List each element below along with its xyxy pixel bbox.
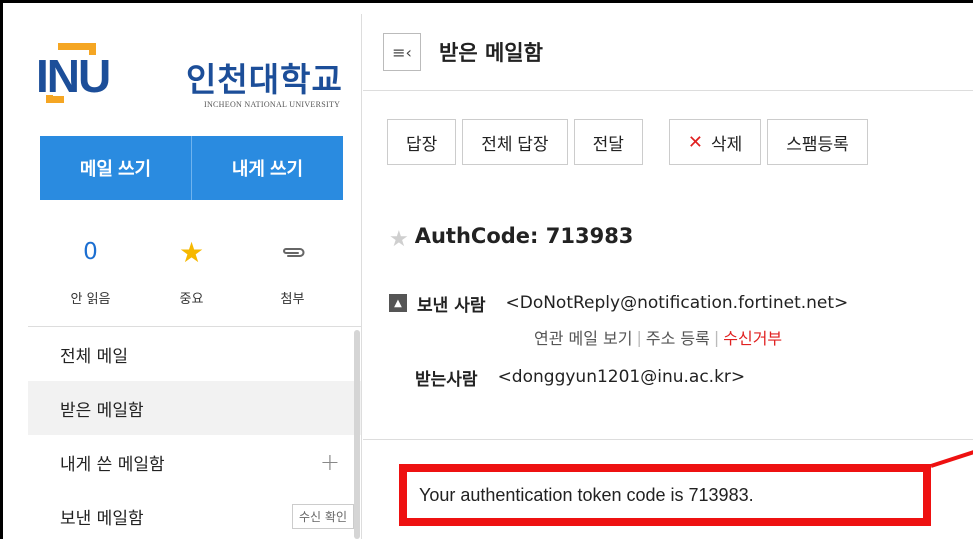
forward-button[interactable]: 전달 [573,119,643,165]
important-filter[interactable]: ★ 중요 [141,232,242,322]
add-folder-icon[interactable]: + [320,448,340,476]
nav-label: 받은 메일함 [60,400,144,421]
separator: | [713,327,720,347]
mailbox-nav: 전체 메일 받은 메일함 내게 쓴 메일함 + 보낸 메일함 수신 확인 [28,326,361,539]
university-logo[interactable]: INU 인천대학교 INCHEON NATIONAL UNIVERSITY [36,39,356,114]
sender-row: ▲ 보낸 사람 <DoNotReply@notification.fortine… [389,289,969,317]
nav-inbox[interactable]: 받은 메일함 [28,381,361,435]
write-mail-button[interactable]: 메일 쓰기 [40,136,191,200]
mail-view: ≡‹ 받은 메일함 답장 전체 답장 전달 ✕ 삭제 스팸등록 ★ AuthCo… [363,14,973,539]
recipient-address[interactable]: <donggyun1201@inu.ac.kr> [498,367,746,387]
nav-label: 전체 메일 [60,346,128,367]
star-icon[interactable]: ★ [389,227,409,252]
unread-label: 안 읽음 [70,292,111,307]
message-body: Your authentication token code is 713983… [399,464,931,526]
compose-bar: 메일 쓰기 내게 쓰기 [40,136,343,200]
reply-all-button[interactable]: 전체 답장 [462,119,568,165]
logo-accent-lower [46,95,64,103]
write-to-self-button[interactable]: 내게 쓰기 [191,136,343,200]
sender-address[interactable]: <DoNotReply@notification.fortinet.net> [505,293,848,313]
divider [363,439,973,440]
delete-label: 삭제 [710,134,743,154]
highlight-pointer [930,445,973,468]
mail-toolbar: 답장 전체 답장 전달 ✕ 삭제 스팸등록 [387,119,874,165]
logo-korean-name: 인천대학교 [186,60,343,99]
read-receipt-button[interactable]: 수신 확인 [292,503,354,529]
unread-filter[interactable]: 0 안 읽음 [40,232,141,322]
delete-button[interactable]: ✕ 삭제 [668,119,762,165]
nav-self-mail[interactable]: 내게 쓴 메일함 + [28,435,361,489]
block-sender-link[interactable]: 수신거부 [723,325,782,349]
related-mail-link[interactable]: 연관 메일 보기 [534,325,633,349]
nav-label: 내게 쓴 메일함 [60,454,165,475]
nav-all-mail[interactable]: 전체 메일 [28,327,361,381]
recipient-row: 받는사람 <donggyun1201@inu.ac.kr> [389,363,969,391]
logo-english-name: INCHEON NATIONAL UNIVERSITY [204,100,341,109]
star-icon: ★ [178,235,205,269]
mail-header: ≡‹ 받은 메일함 [363,14,973,91]
paperclip-icon [282,248,304,257]
chevron-up-icon[interactable]: ▲ [389,294,407,312]
subject-text: AuthCode: 713983 [414,223,634,248]
mailbox-title: 받은 메일함 [439,41,543,65]
sender-actions: 연관 메일 보기 | 주소 등록 | 수신거부 [389,323,969,351]
unread-count: 0 [83,239,98,265]
quick-filters: 0 안 읽음 ★ 중요 첨부 [40,232,343,322]
separator: | [636,327,642,347]
message-subject: ★ AuthCode: 713983 [389,219,634,253]
sidebar-scrollbar[interactable] [354,330,360,539]
spam-button[interactable]: 스팸등록 [767,119,868,165]
body-text: Your authentication token code is 713983… [419,484,754,505]
logo-accent [58,43,96,55]
sender-label: 보낸 사람 [417,295,486,316]
inu-logo-mark: INU [36,43,111,103]
menu-toggle-icon[interactable]: ≡‹ [383,33,421,71]
nav-sent-mail[interactable]: 보낸 메일함 수신 확인 [28,489,361,539]
nav-label: 보낸 메일함 [60,508,144,529]
important-label: 중요 [179,292,204,307]
recipient-label: 받는사람 [415,369,478,390]
close-icon: ✕ [687,131,703,152]
attachment-label: 첨부 [280,292,305,307]
reply-button[interactable]: 답장 [387,119,457,165]
sidebar: INU 인천대학교 INCHEON NATIONAL UNIVERSITY 메일… [14,14,362,539]
add-address-link[interactable]: 주소 등록 [646,325,710,349]
message-meta: ▲ 보낸 사람 <DoNotReply@notification.fortine… [389,289,969,391]
attachment-filter[interactable]: 첨부 [242,232,343,322]
